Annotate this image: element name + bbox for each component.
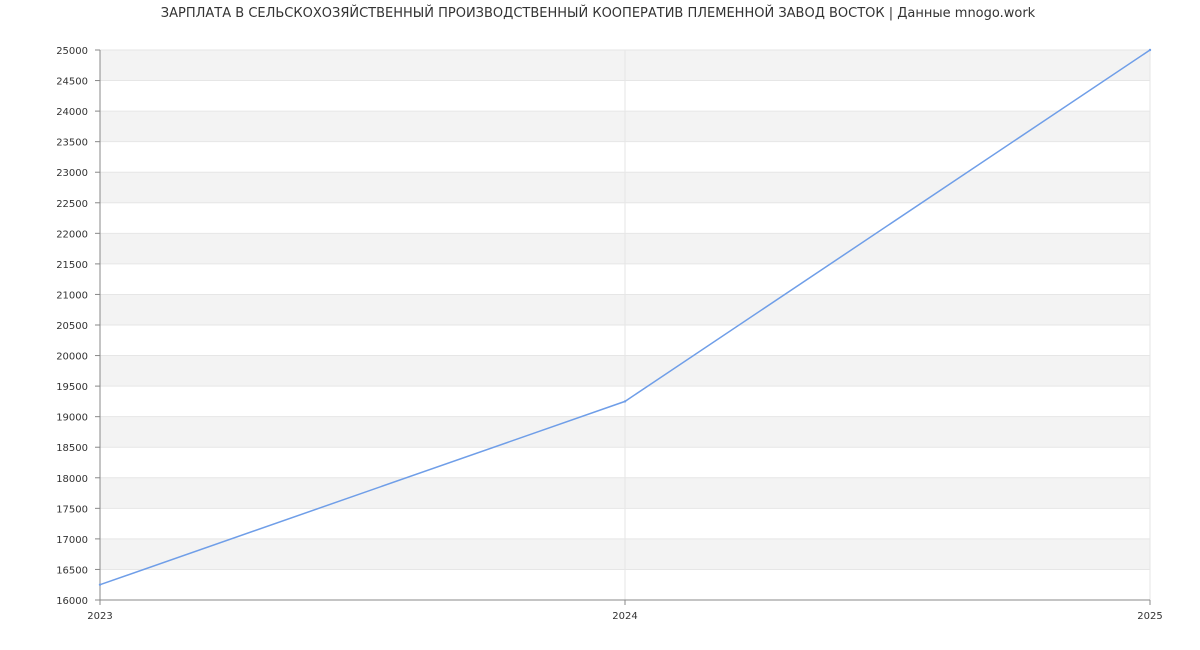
y-tick-label: 17500 (56, 504, 88, 515)
y-tick-label: 17000 (56, 535, 88, 546)
x-axis-ticks: 2023 2024 2025 (87, 611, 1162, 622)
y-tick-label: 24000 (56, 107, 88, 118)
y-tick-label: 22000 (56, 229, 88, 240)
y-tick-label: 16000 (56, 596, 88, 607)
y-tick-label: 23500 (56, 138, 88, 149)
y-tick-label: 22500 (56, 199, 88, 210)
data-point (1148, 48, 1152, 52)
y-tick-label: 19500 (56, 382, 88, 393)
line-chart: 16000 16500 17000 17500 18000 18500 19000 19500… (56, 46, 1163, 622)
x-tick-label: 2023 (87, 611, 112, 622)
y-axis-ticks: 16000 16500 17000 17500 18000 18500 19000 19500… (56, 46, 88, 607)
data-point (98, 583, 102, 586)
y-tick-label: 21500 (56, 260, 88, 271)
y-tick-label: 21000 (56, 290, 88, 301)
y-tick-label: 20500 (56, 321, 88, 332)
y-tick-label: 25000 (56, 46, 88, 57)
y-tick-label: 24500 (56, 77, 88, 88)
y-tick-label: 19000 (56, 413, 88, 424)
x-tick-label: 2024 (612, 611, 637, 622)
y-tick-label: 23000 (56, 168, 88, 179)
y-tick-label: 20000 (56, 352, 88, 363)
x-tick-label: 2025 (1137, 611, 1162, 622)
data-point (623, 400, 627, 403)
y-tick-label: 18000 (56, 474, 88, 485)
y-tick-label: 16500 (56, 565, 88, 576)
y-tick-label: 18500 (56, 443, 88, 454)
